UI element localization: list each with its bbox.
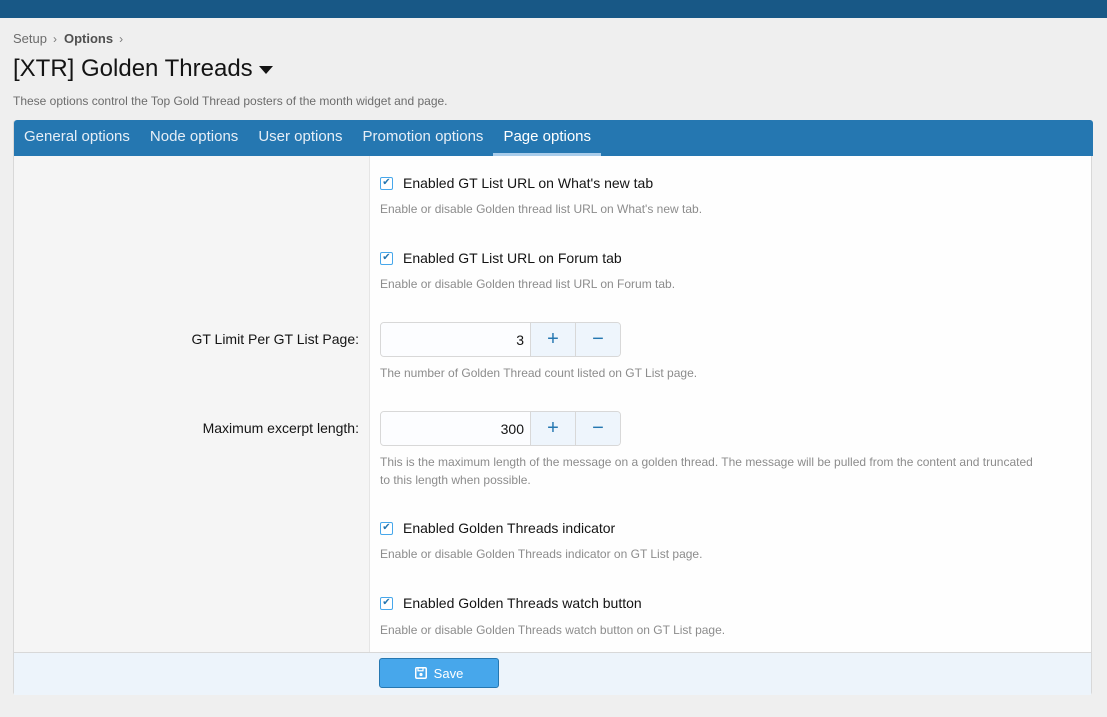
save-button[interactable]: Save — [379, 658, 499, 688]
breadcrumb: Setup › Options › — [13, 31, 130, 46]
indicator-label[interactable]: Enabled Golden Threads indicator — [403, 520, 615, 536]
watch-button-option[interactable]: ✔ Enabled Golden Threads watch button — [380, 595, 642, 611]
tab-promotion-options[interactable]: Promotion options — [353, 120, 494, 156]
forum-tab-option[interactable]: ✔ Enabled GT List URL on Forum tab — [380, 250, 622, 266]
indicator-checkbox[interactable]: ✔ — [380, 521, 393, 535]
indicator-hint: Enable or disable Golden Threads indicat… — [380, 547, 703, 561]
gt-limit-input[interactable] — [381, 323, 531, 356]
excerpt-length-hint: This is the maximum length of the messag… — [380, 455, 1033, 487]
gt-limit-stepper: + − — [380, 322, 621, 357]
label-column: GT Limit Per GT List Page: Maximum excer… — [14, 156, 370, 652]
tab-node-options[interactable]: Node options — [140, 120, 248, 156]
forum-tab-label[interactable]: Enabled GT List URL on Forum tab — [403, 250, 622, 266]
gt-limit-label: GT Limit Per GT List Page: — [191, 331, 359, 347]
breadcrumb-options-link[interactable]: Options — [64, 31, 113, 46]
options-panel: General options Node options User option… — [13, 120, 1093, 695]
excerpt-length-decrement-button[interactable]: − — [575, 412, 620, 445]
forum-tab-checkbox[interactable]: ✔ — [380, 251, 393, 265]
forum-tab-hint: Enable or disable Golden thread list URL… — [380, 277, 676, 291]
gt-limit-hint: The number of Golden Thread count listed… — [380, 366, 698, 380]
watch-button-hint: Enable or disable Golden Threads watch b… — [380, 623, 726, 637]
check-icon: ✔ — [382, 597, 391, 608]
breadcrumb-setup-link[interactable]: Setup — [13, 31, 47, 46]
page-description: These options control the Top Gold Threa… — [13, 94, 448, 108]
whats-new-hint: Enable or disable Golden thread list URL… — [380, 202, 703, 216]
gt-limit-decrement-button[interactable]: − — [575, 323, 620, 356]
excerpt-length-increment-button[interactable]: + — [531, 412, 575, 445]
chevron-right-icon: › — [119, 31, 124, 46]
gt-limit-increment-button[interactable]: + — [531, 323, 575, 356]
tab-general-options[interactable]: General options — [14, 120, 140, 156]
tab-bar: General options Node options User option… — [14, 120, 1093, 156]
page-title[interactable]: [XTR] Golden Threads — [13, 55, 273, 83]
page-title-text: [XTR] Golden Threads — [13, 55, 253, 82]
floppy-disk-icon — [414, 667, 427, 679]
top-header-bar — [0, 0, 1107, 18]
caret-down-icon[interactable] — [258, 66, 273, 74]
excerpt-length-stepper: + − — [380, 411, 621, 446]
whats-new-label[interactable]: Enabled GT List URL on What's new tab — [403, 175, 653, 191]
whats-new-checkbox[interactable]: ✔ — [380, 176, 393, 190]
check-icon: ✔ — [382, 522, 391, 533]
check-icon: ✔ — [382, 177, 391, 188]
whats-new-option[interactable]: ✔ Enabled GT List URL on What's new tab — [380, 175, 653, 191]
watch-button-label[interactable]: Enabled Golden Threads watch button — [403, 595, 642, 611]
check-icon: ✔ — [382, 252, 391, 263]
watch-button-checkbox[interactable]: ✔ — [380, 596, 393, 610]
form-footer: Save — [14, 652, 1091, 695]
save-button-label: Save — [433, 665, 464, 681]
chevron-right-icon: › — [52, 31, 57, 46]
excerpt-length-label: Maximum excerpt length: — [202, 420, 359, 436]
indicator-option[interactable]: ✔ Enabled Golden Threads indicator — [380, 520, 615, 536]
tab-page-options[interactable]: Page options — [493, 120, 602, 156]
tab-user-options[interactable]: User options — [248, 120, 352, 156]
excerpt-length-input[interactable] — [381, 412, 531, 445]
